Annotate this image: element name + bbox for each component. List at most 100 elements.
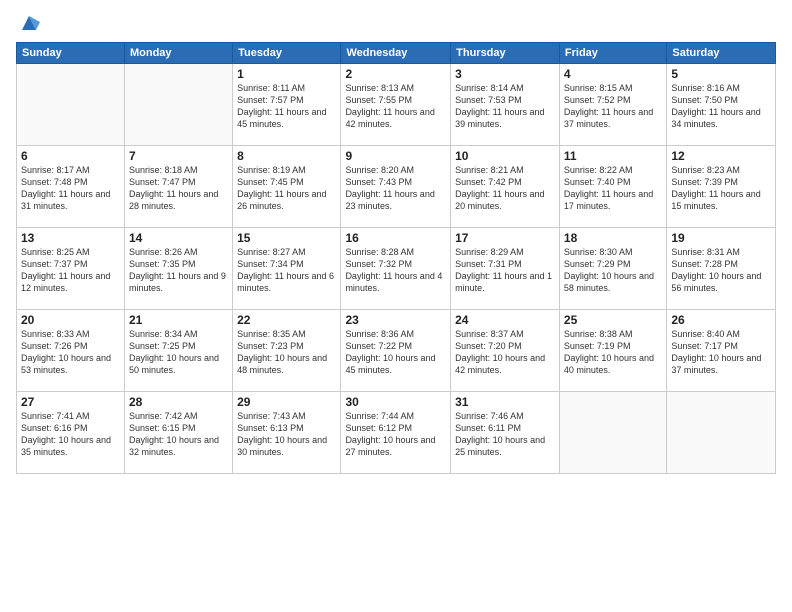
day-info: Sunrise: 8:35 AM Sunset: 7:23 PM Dayligh… [237,328,336,377]
day-cell: 8Sunrise: 8:19 AM Sunset: 7:45 PM Daylig… [233,146,341,228]
calendar-table: SundayMondayTuesdayWednesdayThursdayFrid… [16,42,776,474]
weekday-wednesday: Wednesday [341,43,451,64]
week-row-1: 1Sunrise: 8:11 AM Sunset: 7:57 PM Daylig… [17,64,776,146]
day-info: Sunrise: 7:41 AM Sunset: 6:16 PM Dayligh… [21,410,120,459]
day-cell: 4Sunrise: 8:15 AM Sunset: 7:52 PM Daylig… [559,64,666,146]
day-number: 26 [671,313,771,327]
day-number: 27 [21,395,120,409]
day-cell: 7Sunrise: 8:18 AM Sunset: 7:47 PM Daylig… [124,146,232,228]
day-info: Sunrise: 7:42 AM Sunset: 6:15 PM Dayligh… [129,410,228,459]
week-row-5: 27Sunrise: 7:41 AM Sunset: 6:16 PM Dayli… [17,392,776,474]
day-info: Sunrise: 8:19 AM Sunset: 7:45 PM Dayligh… [237,164,336,213]
weekday-monday: Monday [124,43,232,64]
day-cell: 10Sunrise: 8:21 AM Sunset: 7:42 PM Dayli… [451,146,560,228]
day-info: Sunrise: 8:23 AM Sunset: 7:39 PM Dayligh… [671,164,771,213]
day-info: Sunrise: 8:30 AM Sunset: 7:29 PM Dayligh… [564,246,662,295]
day-number: 4 [564,67,662,81]
day-info: Sunrise: 8:20 AM Sunset: 7:43 PM Dayligh… [345,164,446,213]
day-cell: 12Sunrise: 8:23 AM Sunset: 7:39 PM Dayli… [667,146,776,228]
day-number: 13 [21,231,120,245]
day-cell: 27Sunrise: 7:41 AM Sunset: 6:16 PM Dayli… [17,392,125,474]
day-cell: 30Sunrise: 7:44 AM Sunset: 6:12 PM Dayli… [341,392,451,474]
day-info: Sunrise: 7:43 AM Sunset: 6:13 PM Dayligh… [237,410,336,459]
logo-icon [18,12,40,34]
day-number: 3 [455,67,555,81]
day-cell: 2Sunrise: 8:13 AM Sunset: 7:55 PM Daylig… [341,64,451,146]
day-number: 22 [237,313,336,327]
day-number: 16 [345,231,446,245]
day-number: 29 [237,395,336,409]
day-info: Sunrise: 7:46 AM Sunset: 6:11 PM Dayligh… [455,410,555,459]
day-cell: 22Sunrise: 8:35 AM Sunset: 7:23 PM Dayli… [233,310,341,392]
day-number: 31 [455,395,555,409]
day-info: Sunrise: 8:18 AM Sunset: 7:47 PM Dayligh… [129,164,228,213]
day-cell [667,392,776,474]
day-cell [17,64,125,146]
day-number: 25 [564,313,662,327]
weekday-thursday: Thursday [451,43,560,64]
day-cell: 28Sunrise: 7:42 AM Sunset: 6:15 PM Dayli… [124,392,232,474]
day-cell [124,64,232,146]
day-number: 21 [129,313,228,327]
day-cell: 15Sunrise: 8:27 AM Sunset: 7:34 PM Dayli… [233,228,341,310]
day-number: 6 [21,149,120,163]
day-cell: 23Sunrise: 8:36 AM Sunset: 7:22 PM Dayli… [341,310,451,392]
weekday-tuesday: Tuesday [233,43,341,64]
weekday-saturday: Saturday [667,43,776,64]
day-info: Sunrise: 8:17 AM Sunset: 7:48 PM Dayligh… [21,164,120,213]
day-info: Sunrise: 8:31 AM Sunset: 7:28 PM Dayligh… [671,246,771,295]
day-number: 12 [671,149,771,163]
weekday-header-row: SundayMondayTuesdayWednesdayThursdayFrid… [17,43,776,64]
day-number: 7 [129,149,228,163]
day-cell: 9Sunrise: 8:20 AM Sunset: 7:43 PM Daylig… [341,146,451,228]
day-number: 5 [671,67,771,81]
day-number: 11 [564,149,662,163]
day-cell: 16Sunrise: 8:28 AM Sunset: 7:32 PM Dayli… [341,228,451,310]
day-cell: 21Sunrise: 8:34 AM Sunset: 7:25 PM Dayli… [124,310,232,392]
day-cell: 11Sunrise: 8:22 AM Sunset: 7:40 PM Dayli… [559,146,666,228]
day-info: Sunrise: 8:34 AM Sunset: 7:25 PM Dayligh… [129,328,228,377]
day-info: Sunrise: 7:44 AM Sunset: 6:12 PM Dayligh… [345,410,446,459]
day-info: Sunrise: 8:14 AM Sunset: 7:53 PM Dayligh… [455,82,555,131]
day-info: Sunrise: 8:22 AM Sunset: 7:40 PM Dayligh… [564,164,662,213]
day-info: Sunrise: 8:29 AM Sunset: 7:31 PM Dayligh… [455,246,555,295]
day-cell: 5Sunrise: 8:16 AM Sunset: 7:50 PM Daylig… [667,64,776,146]
day-info: Sunrise: 8:38 AM Sunset: 7:19 PM Dayligh… [564,328,662,377]
day-info: Sunrise: 8:33 AM Sunset: 7:26 PM Dayligh… [21,328,120,377]
weekday-friday: Friday [559,43,666,64]
day-cell: 19Sunrise: 8:31 AM Sunset: 7:28 PM Dayli… [667,228,776,310]
day-number: 20 [21,313,120,327]
day-cell: 25Sunrise: 8:38 AM Sunset: 7:19 PM Dayli… [559,310,666,392]
day-number: 28 [129,395,228,409]
week-row-3: 13Sunrise: 8:25 AM Sunset: 7:37 PM Dayli… [17,228,776,310]
day-number: 19 [671,231,771,245]
day-info: Sunrise: 8:27 AM Sunset: 7:34 PM Dayligh… [237,246,336,295]
day-number: 8 [237,149,336,163]
day-cell: 1Sunrise: 8:11 AM Sunset: 7:57 PM Daylig… [233,64,341,146]
day-cell: 24Sunrise: 8:37 AM Sunset: 7:20 PM Dayli… [451,310,560,392]
day-info: Sunrise: 8:11 AM Sunset: 7:57 PM Dayligh… [237,82,336,131]
day-number: 9 [345,149,446,163]
logo [16,12,40,34]
day-cell: 26Sunrise: 8:40 AM Sunset: 7:17 PM Dayli… [667,310,776,392]
day-info: Sunrise: 8:28 AM Sunset: 7:32 PM Dayligh… [345,246,446,295]
week-row-4: 20Sunrise: 8:33 AM Sunset: 7:26 PM Dayli… [17,310,776,392]
day-cell: 18Sunrise: 8:30 AM Sunset: 7:29 PM Dayli… [559,228,666,310]
day-number: 18 [564,231,662,245]
weekday-sunday: Sunday [17,43,125,64]
day-info: Sunrise: 8:26 AM Sunset: 7:35 PM Dayligh… [129,246,228,295]
day-cell: 14Sunrise: 8:26 AM Sunset: 7:35 PM Dayli… [124,228,232,310]
day-number: 23 [345,313,446,327]
day-cell: 17Sunrise: 8:29 AM Sunset: 7:31 PM Dayli… [451,228,560,310]
day-number: 14 [129,231,228,245]
page: SundayMondayTuesdayWednesdayThursdayFrid… [0,0,792,612]
day-cell: 6Sunrise: 8:17 AM Sunset: 7:48 PM Daylig… [17,146,125,228]
day-number: 30 [345,395,446,409]
day-number: 10 [455,149,555,163]
day-cell [559,392,666,474]
day-cell: 20Sunrise: 8:33 AM Sunset: 7:26 PM Dayli… [17,310,125,392]
day-info: Sunrise: 8:16 AM Sunset: 7:50 PM Dayligh… [671,82,771,131]
day-info: Sunrise: 8:21 AM Sunset: 7:42 PM Dayligh… [455,164,555,213]
day-cell: 3Sunrise: 8:14 AM Sunset: 7:53 PM Daylig… [451,64,560,146]
day-info: Sunrise: 8:15 AM Sunset: 7:52 PM Dayligh… [564,82,662,131]
